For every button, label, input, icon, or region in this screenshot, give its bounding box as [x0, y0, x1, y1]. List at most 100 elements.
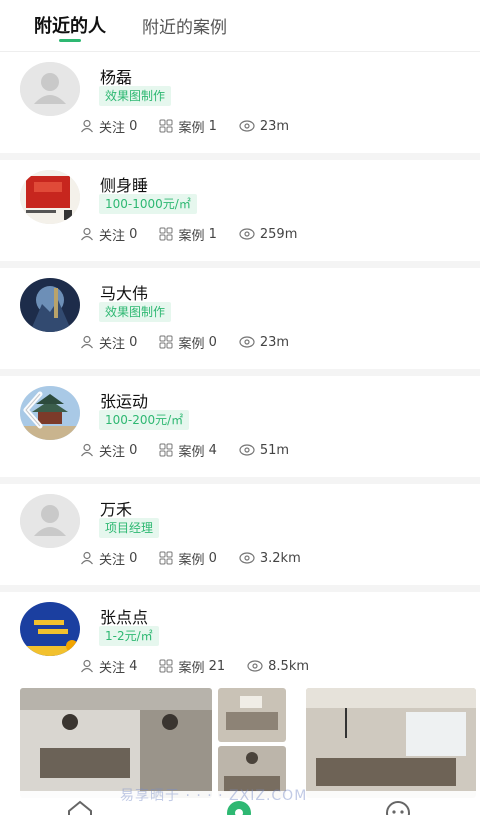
grid-icon: [159, 659, 173, 673]
list-item[interactable]: 侧身睡 100-1000元/㎡ 关注 0 案例 1 259m: [0, 160, 480, 268]
follow-label: 关注: [99, 228, 126, 244]
case-photo[interactable]: [306, 688, 476, 798]
grid-icon: [159, 335, 173, 349]
tab-nearby-people[interactable]: 附近的人: [34, 0, 106, 51]
back-chevron-icon[interactable]: [18, 390, 48, 430]
case-stat: 案例 4: [159, 441, 217, 460]
distance-stat: 3.2km: [239, 551, 301, 566]
distance: 23m: [259, 118, 290, 134]
case-label: 案例: [178, 120, 205, 136]
user-stats: 关注 0 案例 0 23m: [80, 332, 311, 352]
case-stat: 案例 0: [159, 549, 217, 568]
distance: 8.5km: [268, 658, 310, 674]
user-tag: 项目经理: [99, 518, 160, 538]
grid-icon: [159, 443, 173, 457]
distance: 259m: [259, 226, 298, 242]
follow-count: 4: [129, 658, 138, 674]
user-tag: 100-1000元/㎡: [99, 194, 197, 214]
grid-icon: [159, 551, 173, 565]
follow-count: 0: [129, 118, 138, 134]
person-icon: [81, 227, 93, 241]
case-label: 案例: [178, 444, 205, 460]
tab-nearby-cases[interactable]: 附近的案例: [142, 0, 227, 51]
user-name: 张运动: [100, 392, 149, 411]
user-name: 侧身睡: [100, 176, 149, 195]
follow-label: 关注: [99, 660, 126, 676]
follow-stat: 关注 0: [80, 225, 137, 244]
user-tag: 效果图制作: [99, 86, 172, 106]
user-tag: 1-2元/㎡: [99, 626, 159, 646]
distance: 51m: [259, 442, 290, 458]
list-item[interactable]: 张运动 100-200元/㎡ 关注 0 案例 4 51m: [0, 376, 480, 484]
follow-stat: 关注 0: [80, 549, 137, 568]
list-item[interactable]: 杨磊 效果图制作 关注 0 案例 1 23m: [0, 52, 480, 160]
follow-label: 关注: [99, 552, 126, 568]
follow-label: 关注: [99, 120, 126, 136]
case-stat: 案例 0: [159, 333, 217, 352]
case-stat: 案例 21: [159, 657, 225, 676]
location-icon: [239, 228, 255, 240]
center-camera-icon[interactable]: [224, 799, 254, 815]
person-icon: [81, 551, 93, 565]
user-stats: 关注 4 案例 21 8.5km: [80, 656, 331, 676]
follow-count: 0: [129, 550, 138, 566]
distance-stat: 23m: [239, 335, 289, 350]
location-icon: [239, 336, 255, 348]
case-count: 0: [208, 550, 217, 566]
tab-bar: 附近的人 附近的案例: [0, 0, 480, 52]
list-item[interactable]: 张点点 1-2元/㎡ 关注 4 案例 21 8.5km: [0, 592, 480, 812]
distance: 3.2km: [259, 550, 301, 566]
case-label: 案例: [178, 228, 205, 244]
avatar: [20, 170, 80, 224]
person-icon: [81, 119, 93, 133]
person-icon: [81, 335, 93, 349]
list-item[interactable]: 马大伟 效果图制作 关注 0 案例 0 23m: [0, 268, 480, 376]
follow-count: 0: [129, 334, 138, 350]
location-icon: [247, 660, 263, 672]
user-tag: 效果图制作: [99, 302, 172, 322]
case-count: 21: [208, 658, 226, 674]
list-item[interactable]: 万禾 项目经理 关注 0 案例 0 3.2km: [0, 484, 480, 592]
person-icon: [81, 443, 93, 457]
case-count: 0: [208, 334, 217, 350]
case-stat: 案例 1: [159, 225, 217, 244]
location-icon: [239, 120, 255, 132]
user-stats: 关注 0 案例 1 23m: [80, 116, 311, 136]
avatar: [20, 494, 80, 548]
location-icon: [239, 444, 255, 456]
user-tag: 100-200元/㎡: [99, 410, 190, 430]
case-photos: [20, 688, 480, 798]
follow-stat: 关注 0: [80, 441, 137, 460]
message-icon[interactable]: [384, 799, 412, 815]
distance-stat: 23m: [239, 119, 289, 134]
avatar: [20, 278, 80, 332]
user-stats: 关注 0 案例 0 3.2km: [80, 548, 323, 568]
follow-count: 0: [129, 226, 138, 242]
case-count: 4: [208, 442, 217, 458]
user-stats: 关注 0 案例 1 259m: [80, 224, 319, 244]
user-stats: 关注 0 案例 4 51m: [80, 440, 311, 460]
case-count: 1: [208, 118, 217, 134]
app-screen: 附近的人 附近的案例 杨磊 效果图制作 关注 0 案例 1 23m 侧身睡 10…: [0, 0, 480, 815]
case-stat: 案例 1: [159, 117, 217, 136]
distance-stat: 8.5km: [247, 659, 309, 674]
avatar: [20, 602, 80, 656]
user-name: 马大伟: [100, 284, 149, 303]
user-list: 杨磊 效果图制作 关注 0 案例 1 23m 侧身睡 100-1000元/㎡ 关…: [0, 52, 480, 812]
avatar: [20, 62, 80, 116]
location-icon: [239, 552, 255, 564]
home-icon[interactable]: [66, 799, 94, 815]
follow-stat: 关注 0: [80, 333, 137, 352]
user-name: 杨磊: [100, 68, 133, 87]
watermark: 易享晒于 · · · · ZXIZ.COM: [120, 788, 308, 804]
bottom-nav: 易享晒于 · · · · ZXIZ.COM: [0, 788, 480, 815]
user-name: 万禾: [100, 500, 133, 519]
case-count: 1: [208, 226, 217, 242]
distance-stat: 51m: [239, 443, 289, 458]
case-label: 案例: [178, 660, 205, 676]
follow-count: 0: [129, 442, 138, 458]
follow-label: 关注: [99, 336, 126, 352]
follow-label: 关注: [99, 444, 126, 460]
case-photo[interactable]: [218, 688, 286, 742]
case-photo[interactable]: [20, 688, 212, 798]
